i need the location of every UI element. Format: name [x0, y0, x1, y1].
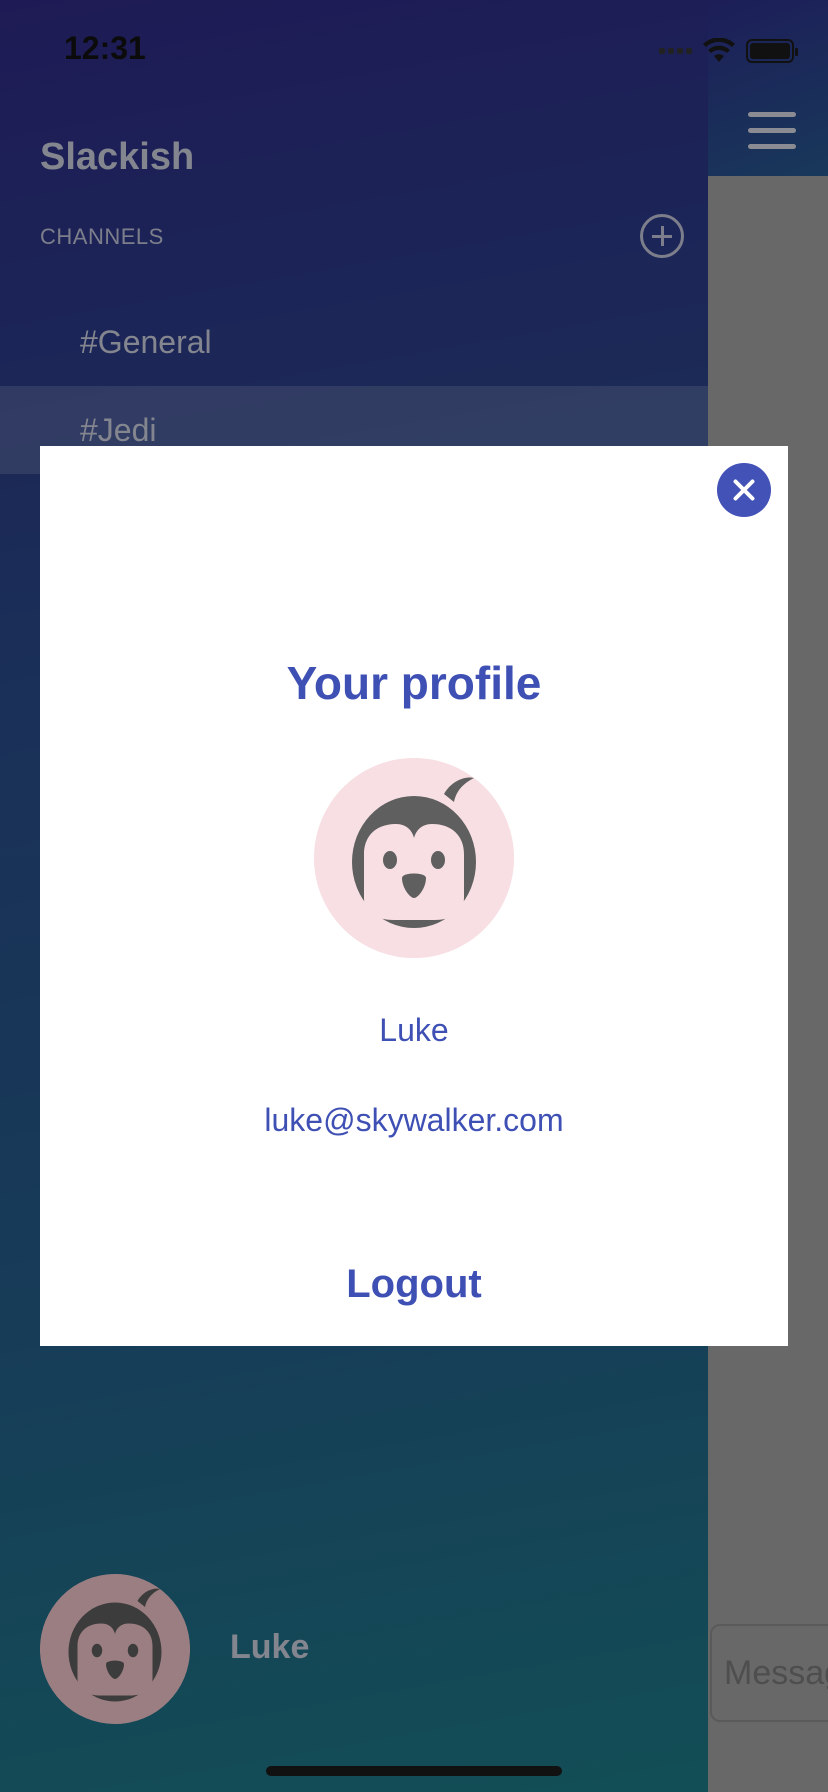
- status-time: 12:31: [64, 30, 146, 66]
- plus-circle-icon[interactable]: [640, 214, 684, 258]
- wifi-icon: [703, 38, 735, 62]
- profile-modal: Your profile Luke luke@skywalker.com Log…: [40, 446, 788, 1346]
- battery-icon: [746, 39, 798, 63]
- modal-title: Your profile: [286, 657, 542, 709]
- profile-name: Luke: [379, 1012, 449, 1048]
- penguin-avatar-icon: [40, 1574, 190, 1724]
- profile-avatar: [314, 758, 514, 958]
- profile-email: luke@skywalker.com: [264, 1102, 564, 1138]
- channel-item-general[interactable]: #General: [0, 298, 708, 386]
- user-name: Luke: [230, 1628, 310, 1666]
- penguin-avatar-icon: [314, 758, 514, 958]
- channels-label: CHANNELS: [40, 224, 164, 249]
- status-icons: [659, 36, 798, 66]
- hamburger-icon[interactable]: [748, 112, 796, 150]
- message-field[interactable]: [710, 1624, 828, 1722]
- message-input[interactable]: [712, 1626, 828, 1720]
- home-indicator: [266, 1766, 562, 1776]
- logout-button[interactable]: Logout: [264, 1252, 564, 1316]
- app-title: Slackish: [40, 136, 195, 178]
- main-header: [708, 0, 828, 176]
- signal-icon: [659, 48, 692, 54]
- close-icon[interactable]: [717, 463, 771, 517]
- user-avatar[interactable]: [40, 1574, 190, 1724]
